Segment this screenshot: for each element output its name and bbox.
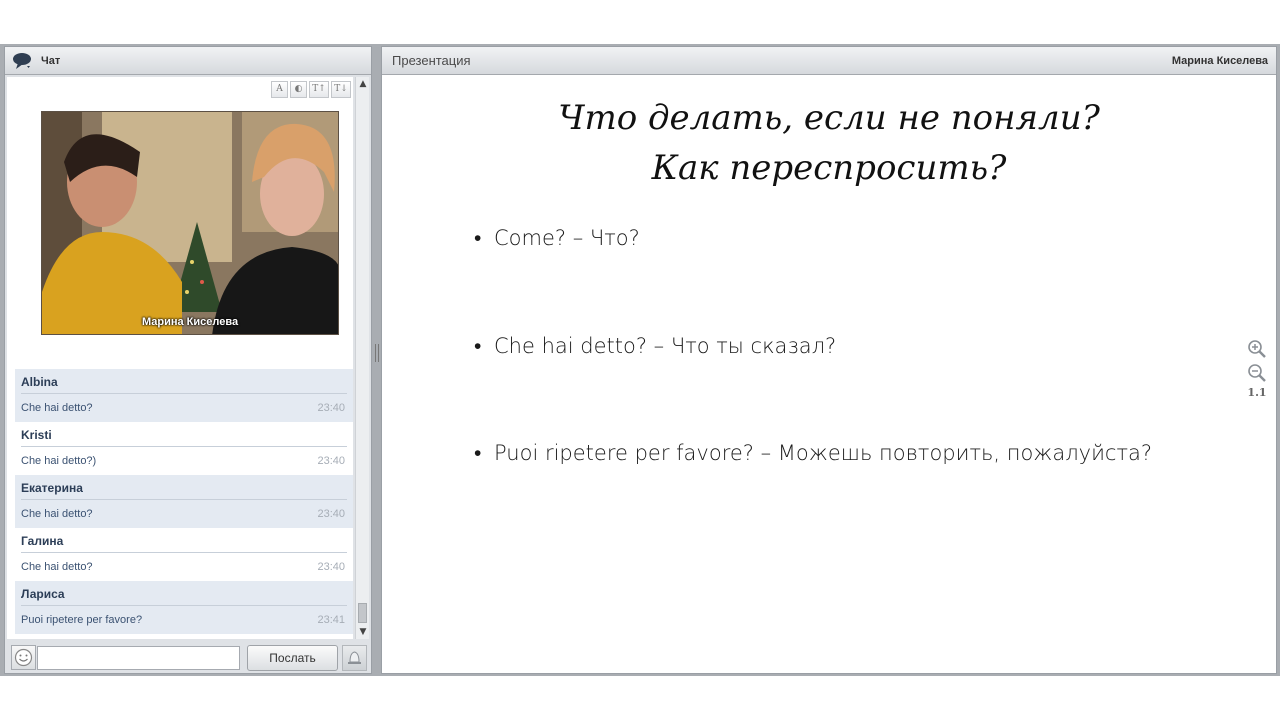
- notification-button[interactable]: [342, 645, 367, 671]
- presenter-name: Марина Киселева: [1171, 55, 1268, 67]
- smiley-icon: [14, 648, 33, 667]
- bullet-text: Che hai detto? – Что ты сказал?: [494, 334, 837, 358]
- font-decrease-button[interactable]: T↓: [331, 81, 351, 98]
- chat-scrollbar[interactable]: ▲ ▼: [355, 77, 369, 639]
- chat-panel: Чат A ◐ T↑ T↓ Марина Киселева Albina Che…: [4, 46, 372, 674]
- color-button[interactable]: ◐: [290, 81, 307, 98]
- message-time: 23:40: [317, 508, 345, 520]
- chat-panel-header: Чат: [5, 47, 371, 75]
- message-author: Albina: [21, 375, 58, 389]
- message-divider: [21, 605, 347, 606]
- message-divider: [21, 393, 347, 394]
- webcam-image: [42, 112, 338, 334]
- presentation-panel: Презентация Марина Киселева Что делать, …: [381, 46, 1277, 674]
- bullet-dot-icon: •: [474, 334, 482, 358]
- chat-message: Kristi Che hai detto?) 23:40: [15, 422, 353, 475]
- chat-input-row: Послать: [5, 641, 371, 673]
- chat-message-list: Albina Che hai detto? 23:40 Kristi Che h…: [15, 369, 353, 634]
- webcam-video: Марина Киселева: [41, 111, 339, 335]
- presentation-header: Презентация Марина Киселева: [382, 47, 1276, 75]
- message-divider: [21, 499, 347, 500]
- app-window: Чат A ◐ T↑ T↓ Марина Киселева Albina Che…: [0, 44, 1280, 676]
- message-author: Лариса: [21, 587, 65, 601]
- message-divider: [21, 446, 347, 447]
- zoom-in-icon[interactable]: [1246, 338, 1268, 360]
- scroll-down-icon[interactable]: ▼: [356, 625, 370, 639]
- slide: Что делать, если не поняли? Как переспро…: [382, 76, 1276, 673]
- video-caption: Марина Киселева: [141, 316, 239, 328]
- message-author: Екатерина: [21, 481, 83, 495]
- slide-bullet: • Puoi ripetere per favore? – Можешь повт…: [474, 441, 1152, 466]
- smiley-button[interactable]: [11, 645, 36, 670]
- chat-message: Лариса Puoi ripetere per favore? 23:41: [15, 581, 353, 634]
- slide-title-line-1: Что делать, если не поняли?: [558, 98, 1100, 138]
- slide-bullet: • Che hai detto? – Что ты сказал?: [474, 334, 836, 359]
- zoom-level: 1.1: [1247, 386, 1267, 399]
- font-increase-button[interactable]: T↑: [309, 81, 329, 98]
- chat-message: Albina Che hai detto? 23:40: [15, 369, 353, 422]
- slide-bullet: • Come? – Что?: [474, 226, 640, 251]
- speech-bubble-icon: [13, 53, 31, 69]
- message-divider: [21, 552, 347, 553]
- send-button[interactable]: Послать: [247, 645, 338, 671]
- message-text: Che hai detto?: [21, 508, 93, 520]
- message-text: Che hai detto?: [21, 561, 93, 573]
- chat-message-input[interactable]: [37, 646, 240, 670]
- message-time: 23:40: [317, 561, 345, 573]
- message-text: Che hai detto?: [21, 402, 93, 414]
- font-style-button[interactable]: A: [271, 81, 288, 98]
- chat-message: Галина Che hai detto? 23:40: [15, 528, 353, 581]
- zoom-controls: 1.1: [1246, 338, 1268, 399]
- chat-message: Екатерина Che hai detto? 23:40: [15, 475, 353, 528]
- presentation-title: Презентация: [392, 53, 471, 68]
- message-time: 23:40: [317, 455, 345, 467]
- bell-icon: [348, 651, 361, 664]
- message-text: Che hai detto?): [21, 455, 97, 467]
- message-author: Kristi: [21, 428, 52, 442]
- message-time: 23:40: [317, 402, 345, 414]
- panel-splitter[interactable]: [373, 44, 381, 676]
- message-text: Puoi ripetere per favore?: [21, 614, 143, 626]
- chat-toolbar: A ◐ T↑ T↓: [269, 81, 351, 99]
- scroll-up-icon[interactable]: ▲: [356, 77, 370, 91]
- zoom-out-icon[interactable]: [1246, 362, 1268, 384]
- bullet-text: Come? – Что?: [494, 226, 640, 250]
- chat-title: Чат: [41, 55, 61, 67]
- bullet-text: Puoi ripetere per favore? – Можешь повто…: [494, 441, 1153, 465]
- splitter-grip-icon[interactable]: [375, 344, 379, 362]
- message-author: Галина: [21, 534, 64, 548]
- message-time: 23:41: [317, 614, 345, 626]
- bullet-dot-icon: •: [474, 441, 482, 465]
- bullet-dot-icon: •: [474, 226, 482, 250]
- slide-title-line-2: Как переспросить?: [651, 148, 1007, 188]
- scroll-thumb[interactable]: [358, 603, 367, 623]
- chat-body: A ◐ T↑ T↓ Марина Киселева Albina Che hai…: [7, 77, 353, 639]
